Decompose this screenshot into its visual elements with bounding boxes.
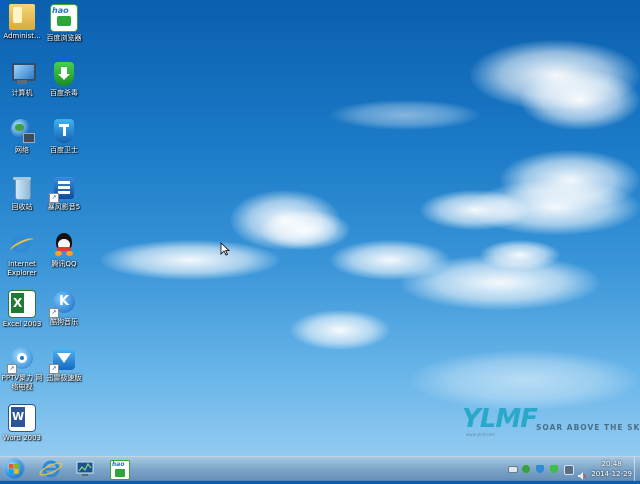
desktop-icon-label: 百度浏览器 [46,34,82,42]
desktop-icon-recycle-bin[interactable]: 回收站 [0,171,44,212]
baidu-antivirus-icon [51,61,77,87]
computer-icon [9,61,36,87]
desktop-icon-network[interactable]: 网络 [0,114,44,155]
desktop-icon-baidu-antivirus[interactable]: 百度杀毒 [42,57,86,98]
desktop-icon-xunlei[interactable]: ↗ 迅雷极速版 [42,342,86,383]
taskbar-hao123-browser[interactable]: hao [104,458,134,480]
taskbar-network-monitor[interactable] [70,458,100,480]
desktop-icon-label: Word 2003 [2,434,42,442]
desktop-icon-label: 网络 [15,146,29,154]
desktop-icon-label: 百度卫士 [50,146,78,154]
desktop-icon-label: 暴风影音5 [47,203,81,211]
desktop-icon-storm-player[interactable]: ↗ 暴风影音5 [42,171,86,212]
folder-icon [9,4,35,30]
desktop-icon-label: 腾讯QQ [51,260,77,268]
windows-logo-icon [9,464,19,474]
logo-tagline: SOAR ABOVE THE SKY [536,423,640,432]
volume-icon[interactable] [578,465,587,480]
pptv-icon: ↗ [7,346,35,374]
desktop-icon-label: 百度杀毒 [50,89,78,97]
desktop-icon-baidu-guard[interactable]: 百度卫士 [42,114,86,155]
taskbar-internet-explorer[interactable] [36,458,66,480]
excel-icon: X [8,290,36,318]
shortcut-arrow-icon: ↗ [49,193,59,203]
desktop-icon-label: Internet Explorer [7,260,37,277]
hao123-text: hao [112,461,125,468]
desktop-icon-label: PPTV聚力 网络电视 [1,374,43,391]
word-icon: W [8,404,36,432]
system-tray: 20:48 2014-12-29 [500,457,640,481]
kugou-icon: K ↗ [49,290,77,318]
baidu-guard-icon[interactable] [536,465,544,473]
network-icon[interactable] [522,465,530,473]
qq-icon [51,232,77,258]
internet-explorer-icon [8,232,36,258]
desktop-icon-label: 迅雷极速版 [46,374,82,382]
start-button[interactable] [3,458,25,480]
desktop-icon-pptv[interactable]: ↗ PPTV聚力 网络电视 [0,342,44,392]
baidu-guard-icon [51,118,77,144]
desktop-icon-label: Excel 2003 [2,320,42,328]
xunlei-icon: ↗ [49,346,77,374]
desktop-icon-administrator[interactable]: Administ... [0,0,44,41]
desktop-icon-qq[interactable]: 腾讯QQ [42,228,86,269]
shortcut-arrow-icon: ↗ [49,308,59,318]
desktop-icon-internet-explorer[interactable]: Internet Explorer [0,228,44,278]
desktop-icon-label: 酷狗音乐 [50,318,78,326]
desktop-icon-word[interactable]: W Word 2003 [0,400,44,443]
storm-player-icon: ↗ [49,175,77,203]
desktop-icon-label: 计算机 [11,89,33,97]
shortcut-arrow-icon: ↗ [49,364,59,374]
wallpaper-logo: YLMF SOAR ABOVE THE SKY www.ylmf.com [458,404,640,438]
logo-brand: YLMF [462,404,538,434]
internet-explorer-icon [39,460,63,478]
hao123-browser-icon: hao [110,460,130,480]
desktop-icon-kugou[interactable]: K ↗ 酷狗音乐 [42,286,86,327]
show-desktop-button[interactable] [634,457,640,481]
shortcut-arrow-icon: ↗ [7,364,17,374]
desktop-icon-excel[interactable]: X Excel 2003 [0,286,44,329]
antivirus-icon[interactable] [550,465,558,473]
clock-date: 2014-12-29 [591,470,632,478]
hao123-browser-icon: hao [50,4,78,32]
network-monitor-icon [76,461,94,476]
logo-url: www.ylmf.com [466,432,496,437]
clock-time: 20:48 [601,460,622,468]
desktop-icon-computer[interactable]: 计算机 [0,57,44,98]
desktop-icon-baidu-browser[interactable]: hao 百度浏览器 [42,0,86,43]
taskbar-clock[interactable]: 20:48 2014-12-29 [591,459,632,479]
desktop-icon-label: Administ... [3,32,41,40]
desktop-icon-label: 回收站 [11,203,33,211]
recycle-bin-icon [9,175,35,201]
mouse-cursor-icon [220,242,230,256]
monitor-icon[interactable] [564,465,574,475]
taskbar: hao 20:48 2014-12-29 [0,456,640,481]
network-icon [9,118,35,144]
keyboard-icon[interactable] [508,466,518,473]
